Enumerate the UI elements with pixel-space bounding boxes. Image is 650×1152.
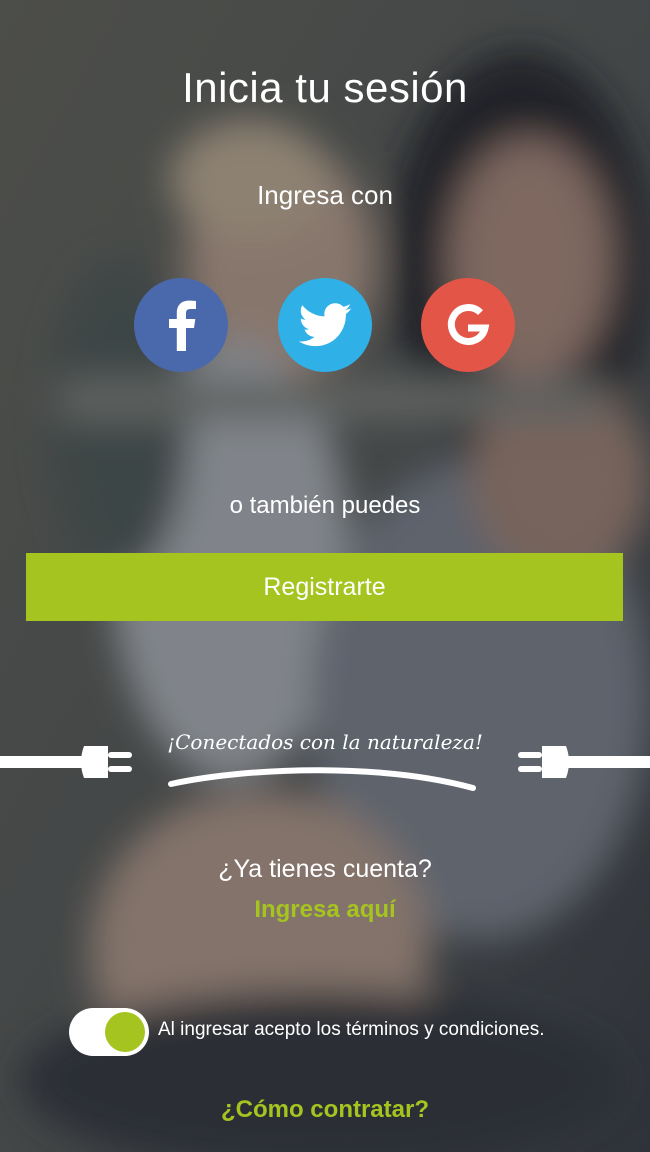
page-title: Inicia tu sesión — [182, 64, 468, 111]
plug-right-icon — [518, 746, 650, 778]
toggle-knob — [105, 1012, 145, 1052]
plug-left-icon — [0, 746, 132, 778]
facebook-icon — [169, 300, 196, 351]
terms-label: Al ingresar acepto los términos y condic… — [158, 1019, 545, 1040]
google-g-icon — [447, 304, 490, 345]
slogan-text: ¡Conectados con la naturaleza! — [167, 730, 483, 754]
twitter-bird-icon — [298, 303, 352, 347]
terms-toggle[interactable] — [69, 1008, 149, 1056]
google-login-button[interactable] — [421, 278, 515, 372]
login-link[interactable]: Ingresa aquí — [0, 896, 650, 924]
how-to-contract-link[interactable]: ¿Cómo contratar? — [0, 1096, 650, 1124]
existing-account-question: ¿Ya tienes cuenta? — [218, 855, 432, 883]
social-login-prompt: Ingresa con — [257, 180, 393, 210]
login-screen: Inicia tu sesión Ingresa con o también p… — [0, 0, 650, 1152]
twitter-login-button[interactable] — [278, 278, 372, 372]
register-prompt: o también puedes — [229, 492, 421, 519]
facebook-login-button[interactable] — [134, 278, 228, 372]
register-button[interactable]: Registrarte — [26, 553, 623, 621]
slogan-underline — [168, 767, 476, 791]
